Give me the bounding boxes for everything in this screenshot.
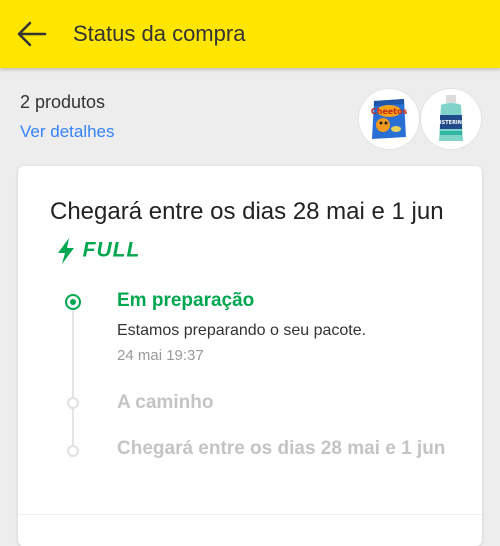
page-title: Status da compra: [73, 21, 246, 46]
step-description-preparation: Estamos preparando o seu pacote.: [117, 322, 367, 339]
step-title-on-the-way: A caminho: [117, 392, 214, 413]
timeline-line: [72, 303, 74, 453]
cheetos-bag-icon: Cheetos: [359, 89, 419, 149]
timeline-dot-pending: [67, 397, 79, 409]
timeline-dot-active: [65, 294, 81, 310]
app-bar: Status da compra: [0, 0, 500, 68]
products-count: 2 produtos: [20, 92, 106, 112]
step-time-preparation: 24 mai 19:37: [117, 347, 204, 364]
svg-text:LISTERINE: LISTERINE: [437, 120, 466, 126]
delivery-estimate-text: Chegará entre os dias 28 mai e 1 jun: [50, 198, 444, 225]
product-thumbnail-cheetos[interactable]: Cheetos: [359, 89, 419, 149]
product-thumbnail-listerine[interactable]: LISTERINE: [421, 89, 481, 149]
lightning-bolt-icon: [58, 237, 74, 264]
step-title-preparation: Em preparação: [117, 290, 255, 311]
step-title-arrival: Chegará entre os dias 28 mai e 1 jun: [117, 438, 446, 459]
listerine-bottle-icon: LISTERINE: [421, 89, 481, 149]
svg-text:Cheetos: Cheetos: [371, 107, 408, 116]
shipment-status-card: Chegará entre os dias 28 mai e 1 jun FUL…: [18, 166, 482, 546]
delivery-estimate: Chegará entre os dias 28 mai e 1 jun FUL…: [50, 192, 460, 273]
arrow-left-icon: [17, 21, 47, 47]
back-button[interactable]: [16, 20, 48, 48]
timeline-dot-pending: [67, 445, 79, 457]
full-badge-label: FULL: [82, 238, 141, 262]
card-divider: [18, 514, 482, 515]
full-badge: FULL: [56, 230, 140, 271]
see-details-link[interactable]: Ver detalhes: [20, 122, 115, 142]
